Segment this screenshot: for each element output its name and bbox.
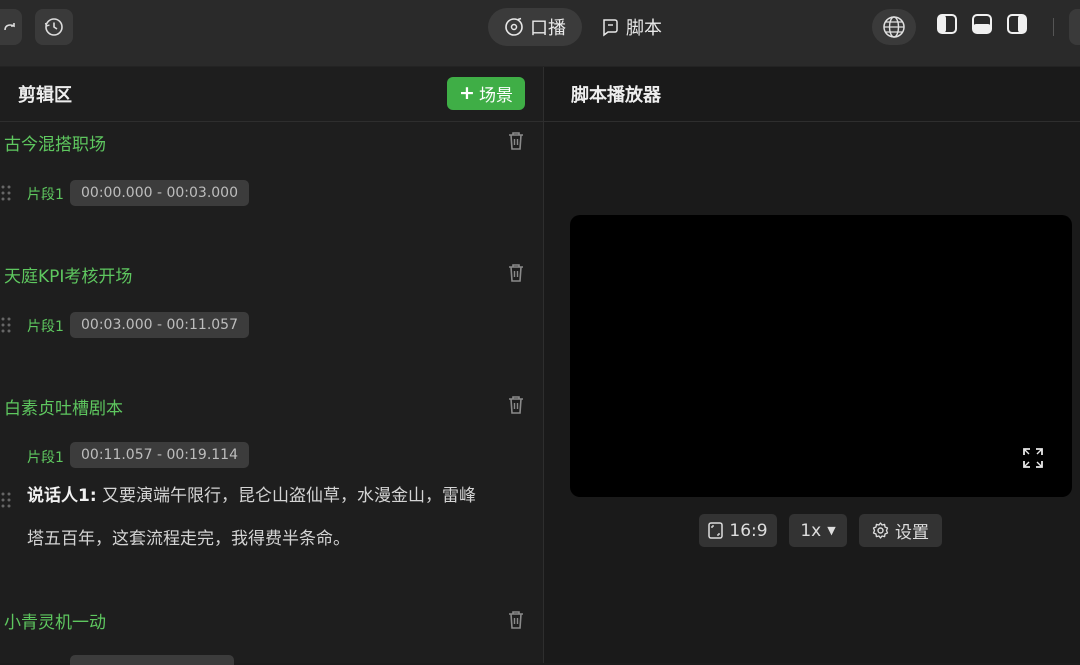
segment-label: 片段1 <box>27 187 64 203</box>
mic-bubble-icon <box>505 17 523 36</box>
playback-speed-select[interactable]: 1x ▼ <box>789 514 847 547</box>
segment-label: 片段1 <box>27 450 64 466</box>
settings-label: 设置 <box>895 523 929 543</box>
trash-icon[interactable] <box>507 610 525 630</box>
speaker-label: 说话人1: <box>27 486 97 506</box>
tab-script[interactable]: 脚本 <box>584 8 678 46</box>
script-bubble-icon <box>603 19 618 37</box>
scene-title[interactable]: 白素贞吐槽剧本 <box>4 394 123 419</box>
editor-header: 剪辑区 + 场景 <box>0 67 543 122</box>
drag-handle-icon[interactable] <box>0 183 12 203</box>
time-range-badge[interactable]: 00:11.057 - 00:19.114 <box>70 442 249 468</box>
aspect-ratio-label: 16:9 <box>729 520 768 541</box>
editor-title: 剪辑区 <box>18 85 72 106</box>
speed-label: 1x <box>800 520 822 541</box>
dialogue-line[interactable]: 说话人1: 又要演端午限行，昆仑山盗仙草，水漫金山，雷峰 塔五百年，这套流程走完… <box>27 475 527 561</box>
add-scene-label: 场景 <box>478 86 513 106</box>
drag-handle-icon[interactable] <box>0 490 12 510</box>
aspect-ratio-button[interactable]: 16:9 <box>699 514 777 547</box>
layout-left-panel-icon[interactable] <box>936 13 958 35</box>
add-scene-button[interactable]: + 场景 <box>447 77 525 110</box>
mode-switcher: 口播 脚本 <box>488 8 678 46</box>
time-range-badge[interactable] <box>70 655 234 665</box>
segment-label: 片段1 <box>27 319 64 335</box>
plus-icon: + <box>459 82 475 104</box>
scene-title[interactable]: 小青灵机一动 <box>4 608 106 633</box>
top-toolbar: 口播 脚本 <box>0 0 1080 67</box>
player-panel: 脚本播放器 16:9 1x ▼ 设置 <box>544 67 1080 663</box>
layout-right-panel-icon[interactable] <box>1006 13 1028 35</box>
gear-icon <box>872 522 889 539</box>
editor-panel: 剪辑区 + 场景 古今混搭职场 片段1 00:00.000 - 00:03.00… <box>0 67 544 665</box>
trash-icon[interactable] <box>507 263 525 283</box>
player-header: 脚本播放器 <box>544 67 1080 122</box>
layout-switcher <box>936 13 1028 35</box>
history-button[interactable] <box>35 9 73 45</box>
time-range-badge[interactable]: 00:03.000 - 00:11.057 <box>70 312 249 338</box>
video-player[interactable] <box>570 215 1072 497</box>
toolbar-divider <box>1053 18 1054 36</box>
scene-title[interactable]: 古今混搭职场 <box>4 130 106 155</box>
dialogue-text-line1: 又要演端午限行，昆仑山盗仙草，水漫金山，雷峰 <box>102 486 477 506</box>
layout-bottom-panel-icon[interactable] <box>971 13 993 35</box>
dialogue-text-line2: 塔五百年，这套流程走完，我得费半条命。 <box>27 529 350 549</box>
tab-koubo-label: 口播 <box>530 18 566 39</box>
redo-button[interactable] <box>0 9 22 45</box>
more-button[interactable] <box>1069 9 1080 45</box>
settings-button[interactable]: 设置 <box>859 514 942 547</box>
language-button[interactable] <box>872 9 916 45</box>
time-range-badge[interactable]: 00:00.000 - 00:03.000 <box>70 180 249 206</box>
player-title: 脚本播放器 <box>571 85 661 106</box>
tab-koubo[interactable]: 口播 <box>488 8 582 46</box>
trash-icon[interactable] <box>507 131 525 151</box>
caret-down-icon: ▼ <box>827 524 836 537</box>
trash-icon[interactable] <box>507 395 525 415</box>
history-icon <box>44 18 63 36</box>
fullscreen-icon[interactable] <box>1022 447 1044 469</box>
globe-icon <box>883 16 905 38</box>
scene-title[interactable]: 天庭KPI考核开场 <box>4 262 132 287</box>
redo-icon <box>4 23 15 31</box>
aspect-ratio-icon <box>708 522 724 539</box>
tab-script-label: 脚本 <box>626 18 662 39</box>
drag-handle-icon[interactable] <box>0 315 12 335</box>
